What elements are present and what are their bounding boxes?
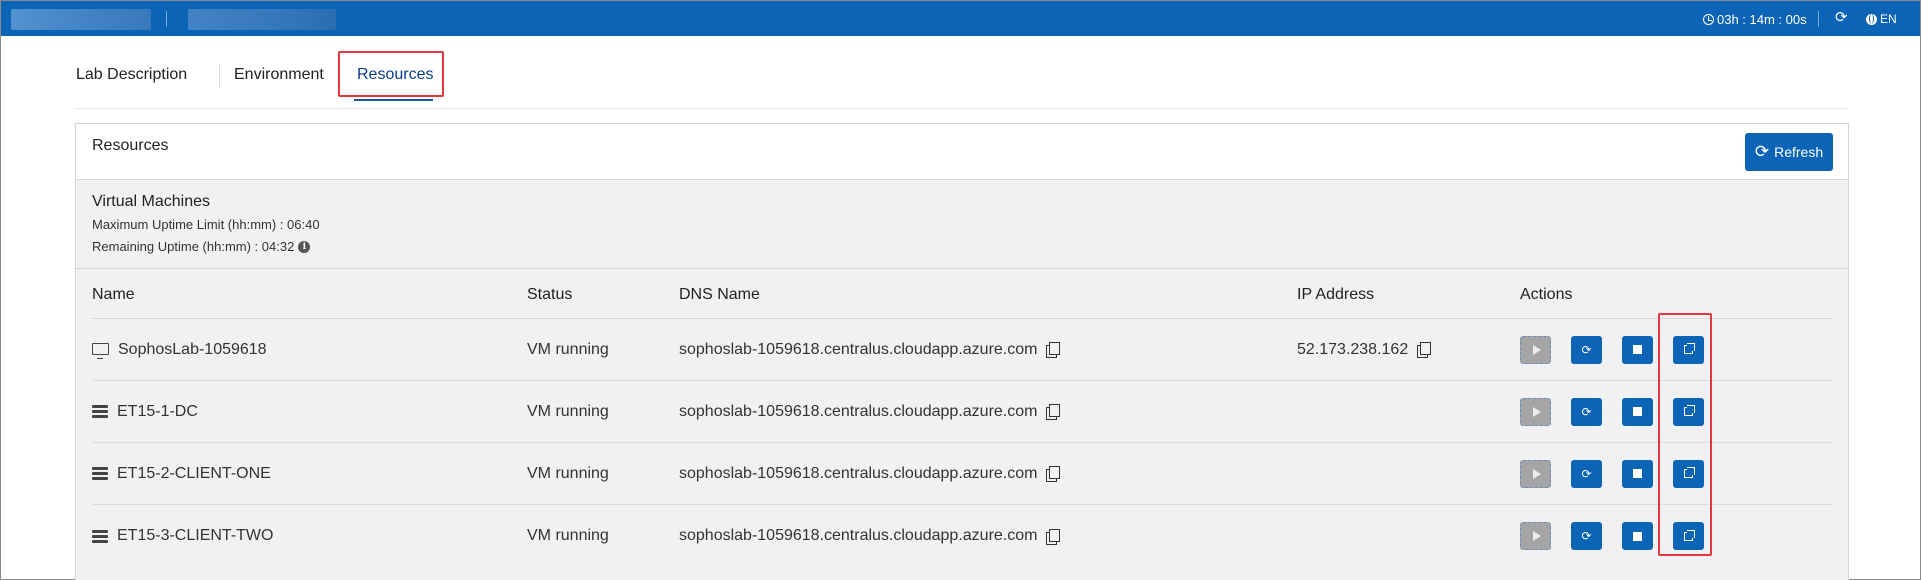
- copy-icon[interactable]: [1417, 342, 1432, 358]
- refresh-button[interactable]: ⟳ Refresh: [1745, 133, 1833, 171]
- vm-name-cell: ET15-1-DC: [92, 403, 198, 421]
- restart-icon: ⟳: [1581, 342, 1592, 357]
- remaining-uptime: Remaining Uptime (hh:mm) : 04:32 i: [92, 239, 320, 254]
- start-vm-button[interactable]: [1520, 522, 1551, 550]
- play-icon: [1532, 468, 1541, 479]
- panel-header: Resources ⟳ Refresh: [76, 124, 1848, 180]
- language-selector[interactable]: EN: [1866, 12, 1897, 26]
- resources-panel: Resources ⟳ Refresh Virtual Machines Max…: [75, 123, 1849, 580]
- stop-icon: [1633, 531, 1642, 541]
- table-row: ET15-1-DC VM running sophoslab-1059618.c…: [92, 381, 1832, 443]
- max-uptime-text: Maximum Uptime Limit (hh:mm) : 06:40: [92, 217, 320, 232]
- blurred-lab-subtitle: [188, 9, 336, 30]
- server-icon: [92, 467, 108, 480]
- start-vm-button[interactable]: [1520, 397, 1551, 426]
- language-label: EN: [1880, 12, 1897, 26]
- dns-name: sophoslab-1059618.centralus.cloudapp.azu…: [679, 527, 1038, 544]
- table-header: Name Status DNS Name IP Address Actions: [92, 269, 1832, 319]
- column-header-dns: DNS Name: [679, 286, 760, 303]
- monitor-icon: [92, 342, 109, 359]
- refresh-icon: ⟳: [1754, 142, 1770, 161]
- timer-text: 03h : 14m : 00s: [1717, 12, 1807, 27]
- stop-vm-button[interactable]: [1622, 335, 1653, 364]
- vm-status: VM running: [527, 402, 609, 420]
- stop-vm-button[interactable]: [1622, 522, 1653, 550]
- vm-name: ET15-1-DC: [117, 402, 198, 420]
- vm-table: Name Status DNS Name IP Address Actions …: [92, 269, 1832, 567]
- remaining-uptime-text: Remaining Uptime (hh:mm) : 04:32: [92, 239, 295, 254]
- vm-name-cell: ET15-2-CLIENT-ONE: [92, 465, 271, 483]
- dns-cell: sophoslab-1059618.centralus.cloudapp.azu…: [679, 402, 1061, 421]
- stop-icon: [1633, 345, 1642, 354]
- dns-name: sophoslab-1059618.centralus.cloudapp.azu…: [679, 340, 1038, 358]
- dns-name: sophoslab-1059618.centralus.cloudapp.azu…: [679, 464, 1038, 482]
- lab-timer: 03h : 14m : 00s: [1703, 12, 1807, 27]
- dns-cell: sophoslab-1059618.centralus.cloudapp.azu…: [679, 464, 1061, 483]
- tab-divider: [219, 65, 220, 89]
- play-icon: [1532, 406, 1541, 417]
- copy-icon[interactable]: [1046, 528, 1061, 545]
- restart-icon: ⟳: [1581, 529, 1592, 543]
- vm-name-cell: SophosLab-1059618: [92, 341, 267, 359]
- vm-status: VM running: [527, 340, 609, 358]
- active-tab-indicator: [354, 99, 433, 101]
- stop-vm-button[interactable]: [1622, 397, 1653, 426]
- restart-vm-button[interactable]: ⟳: [1571, 397, 1602, 426]
- stop-icon: [1633, 407, 1642, 416]
- vm-info: Virtual Machines Maximum Uptime Limit (h…: [92, 193, 320, 261]
- vm-name-cell: ET15-3-CLIENT-TWO: [92, 527, 273, 545]
- copy-icon[interactable]: [1046, 404, 1061, 420]
- table-row: ET15-3-CLIENT-TWO VM running sophoslab-1…: [92, 505, 1832, 567]
- tab-lab-description[interactable]: Lab Description: [76, 66, 187, 84]
- info-icon[interactable]: i: [298, 240, 311, 253]
- restart-vm-button[interactable]: ⟳: [1571, 522, 1602, 550]
- server-icon: [92, 405, 108, 418]
- stop-icon: [1633, 469, 1642, 478]
- actions-highlight-box: [1658, 313, 1712, 556]
- top-divider: [166, 11, 167, 27]
- dns-cell: sophoslab-1059618.centralus.cloudapp.azu…: [679, 340, 1061, 359]
- play-icon: [1532, 344, 1541, 355]
- copy-icon[interactable]: [1046, 342, 1061, 358]
- tab-environment[interactable]: Environment: [234, 66, 324, 84]
- vm-status: VM running: [527, 464, 609, 482]
- column-header-ip: IP Address: [1297, 286, 1375, 303]
- column-header-status: Status: [527, 286, 573, 303]
- vm-status: VM running: [527, 527, 609, 544]
- restart-vm-button[interactable]: ⟳: [1571, 335, 1602, 364]
- top-bar: 03h : 14m : 00s ⟳ EN: [1, 1, 1920, 36]
- dns-name: sophoslab-1059618.centralus.cloudapp.azu…: [679, 402, 1038, 420]
- clock-icon: [1703, 14, 1714, 25]
- panel-title: Resources: [92, 137, 169, 154]
- column-header-name: Name: [92, 286, 135, 303]
- ip-cell: 52.173.238.162: [1297, 340, 1432, 359]
- table-row: ET15-2-CLIENT-ONE VM running sophoslab-1…: [92, 443, 1832, 505]
- refresh-label: Refresh: [1774, 144, 1824, 160]
- play-icon: [1532, 531, 1541, 541]
- top-divider-right: [1818, 11, 1819, 27]
- copy-icon[interactable]: [1046, 466, 1061, 482]
- restart-icon: ⟳: [1581, 466, 1592, 481]
- table-row: SophosLab-1059618 VM running sophoslab-1…: [92, 319, 1832, 381]
- stop-vm-button[interactable]: [1622, 459, 1653, 488]
- tab-highlight-box: [338, 51, 444, 97]
- blurred-lab-title: [11, 9, 151, 30]
- start-vm-button[interactable]: [1520, 335, 1551, 364]
- start-vm-button[interactable]: [1520, 459, 1551, 488]
- ip-address: 52.173.238.162: [1297, 340, 1409, 358]
- server-icon: [92, 529, 108, 543]
- dns-cell: sophoslab-1059618.centralus.cloudapp.azu…: [679, 527, 1061, 545]
- vm-section-title: Virtual Machines: [92, 193, 210, 210]
- refresh-icon[interactable]: ⟳: [1835, 10, 1848, 26]
- vm-name: SophosLab-1059618: [118, 340, 267, 358]
- restart-vm-button[interactable]: ⟳: [1571, 459, 1602, 488]
- vm-name: ET15-2-CLIENT-ONE: [117, 464, 271, 482]
- vm-name: ET15-3-CLIENT-TWO: [117, 527, 274, 544]
- column-header-actions: Actions: [1520, 286, 1573, 303]
- globe-icon: [1866, 13, 1877, 25]
- max-uptime: Maximum Uptime Limit (hh:mm) : 06:40: [92, 217, 320, 232]
- restart-icon: ⟳: [1581, 404, 1592, 419]
